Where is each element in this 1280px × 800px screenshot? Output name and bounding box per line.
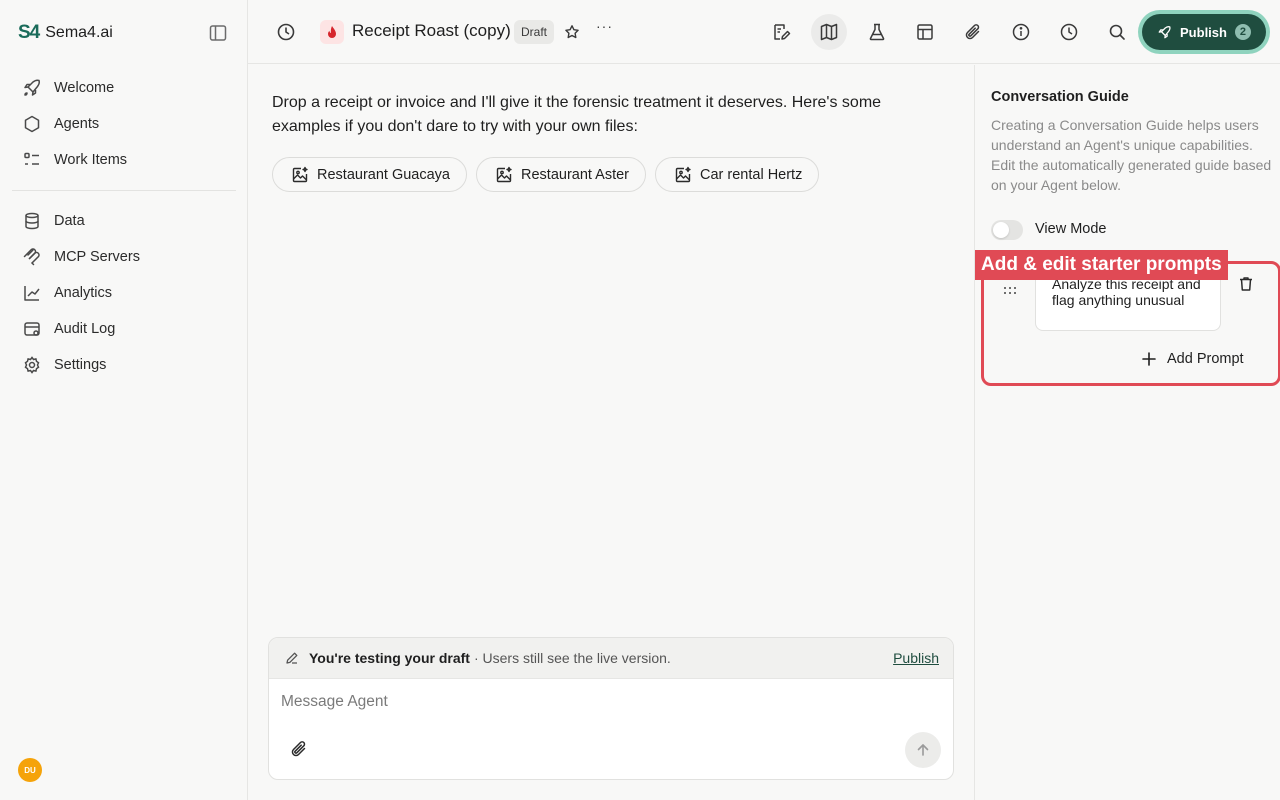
add-prompt-label: Add Prompt bbox=[1167, 351, 1244, 367]
annotation-label: Add & edit starter prompts bbox=[975, 250, 1228, 280]
sidebar-item-label: Agents bbox=[54, 116, 100, 132]
conversation-guide-panel: Conversation Guide Creating a Conversati… bbox=[974, 65, 1280, 800]
image-sparkle-icon bbox=[495, 166, 513, 184]
map-icon[interactable] bbox=[811, 14, 847, 50]
brand-logo: S4 bbox=[18, 22, 40, 43]
mcp-icon bbox=[22, 247, 42, 267]
sidebar-item-work-items[interactable]: Work Items bbox=[12, 142, 236, 178]
secondary-nav: Data MCP Servers Analytics Audit Log Set… bbox=[12, 203, 236, 383]
history-icon[interactable] bbox=[274, 20, 298, 44]
publish-label: Publish bbox=[1180, 24, 1227, 40]
sidebar-item-agents[interactable]: Agents bbox=[12, 106, 236, 142]
draft-notice-text: · Users still see the live version. bbox=[473, 650, 671, 666]
edit-icon[interactable] bbox=[769, 20, 793, 44]
view-mode-toggle[interactable] bbox=[991, 220, 1023, 240]
brand-name: Sema4.ai bbox=[45, 24, 113, 41]
star-icon[interactable] bbox=[560, 20, 584, 44]
info-icon[interactable] bbox=[1009, 20, 1033, 44]
flask-icon[interactable] bbox=[865, 20, 889, 44]
example-chip-label: Car rental Hertz bbox=[700, 166, 803, 183]
arrow-up-icon bbox=[915, 742, 931, 758]
sidebar-item-audit-log[interactable]: Audit Log bbox=[12, 311, 236, 347]
starter-prompt-text: Analyze this receipt and flag anything u… bbox=[1052, 276, 1201, 308]
sidebar-divider bbox=[12, 190, 236, 191]
paperclip-icon[interactable] bbox=[961, 20, 985, 44]
sidebar-item-settings[interactable]: Settings bbox=[12, 347, 236, 383]
gear-icon bbox=[22, 355, 42, 375]
list-icon bbox=[22, 150, 42, 170]
rocket-icon bbox=[1157, 25, 1172, 40]
agent-avatar-icon bbox=[320, 20, 344, 44]
sidebar-item-welcome[interactable]: Welcome bbox=[12, 70, 236, 106]
example-chip-label: Restaurant Guacaya bbox=[317, 166, 450, 183]
search-icon[interactable] bbox=[1105, 20, 1129, 44]
sidebar-item-label: Welcome bbox=[54, 80, 115, 96]
more-options-button[interactable]: ··· bbox=[596, 18, 613, 34]
draft-publish-link[interactable]: Publish bbox=[893, 650, 939, 666]
sidebar-item-label: Analytics bbox=[54, 285, 113, 301]
publish-button-inner: Publish 2 bbox=[1142, 14, 1266, 50]
sidebar-item-label: Work Items bbox=[54, 152, 128, 168]
attach-icon[interactable] bbox=[289, 739, 309, 759]
chart-icon bbox=[22, 283, 42, 303]
chat-area: Drop a receipt or invoice and I'll give … bbox=[248, 65, 974, 800]
primary-nav: Welcome Agents Work Items bbox=[12, 70, 236, 178]
publish-count-badge: 2 bbox=[1234, 24, 1251, 40]
trash-icon[interactable] bbox=[1237, 275, 1255, 293]
example-chip[interactable]: Car rental Hertz bbox=[655, 157, 820, 192]
drag-handle-icon[interactable] bbox=[1003, 283, 1017, 297]
sidebar-item-data[interactable]: Data bbox=[12, 203, 236, 239]
message-input[interactable] bbox=[281, 690, 881, 714]
publish-button[interactable]: Publish 2 bbox=[1138, 10, 1270, 54]
message-composer: You're testing your draft · Users still … bbox=[268, 637, 954, 780]
panel-title: Conversation Guide bbox=[991, 89, 1129, 105]
sidebar-item-label: Data bbox=[54, 213, 85, 229]
table-icon[interactable] bbox=[913, 20, 937, 44]
database-icon bbox=[22, 211, 42, 231]
sidebar-toggle-icon[interactable] bbox=[208, 23, 228, 43]
pencil-icon bbox=[285, 651, 299, 665]
clock-icon[interactable] bbox=[1057, 20, 1081, 44]
send-button[interactable] bbox=[905, 732, 941, 768]
example-chip-label: Restaurant Aster bbox=[521, 166, 629, 183]
audit-icon bbox=[22, 319, 42, 339]
avatar[interactable]: DU bbox=[18, 758, 42, 782]
add-prompt-button[interactable]: Add Prompt bbox=[1141, 351, 1244, 367]
sidebar-item-analytics[interactable]: Analytics bbox=[12, 275, 236, 311]
sidebar-item-label: Settings bbox=[54, 357, 107, 373]
image-sparkle-icon bbox=[291, 166, 309, 184]
draft-notice-title: You're testing your draft bbox=[309, 650, 470, 666]
status-badge: Draft bbox=[514, 20, 555, 44]
example-chip[interactable]: Restaurant Guacaya bbox=[272, 157, 467, 192]
hexagon-icon bbox=[22, 114, 42, 134]
plus-icon bbox=[1141, 351, 1157, 367]
agent-welcome-message: Drop a receipt or invoice and I'll give … bbox=[272, 94, 882, 135]
image-sparkle-icon bbox=[674, 166, 692, 184]
example-chip[interactable]: Restaurant Aster bbox=[476, 157, 646, 192]
brand[interactable]: S4 Sema4.ai bbox=[18, 22, 113, 44]
draft-notice: You're testing your draft · Users still … bbox=[269, 638, 953, 679]
view-mode-label: View Mode bbox=[1035, 221, 1107, 237]
sidebar: S4 Sema4.ai Welcome Agents Work Items Da… bbox=[0, 0, 248, 800]
panel-description: Creating a Conversation Guide helps user… bbox=[991, 117, 1272, 193]
starter-prompt-input[interactable]: Analyze this receipt and flag anything u… bbox=[1035, 271, 1221, 331]
sidebar-item-label: Audit Log bbox=[54, 321, 116, 337]
sidebar-item-mcp-servers[interactable]: MCP Servers bbox=[12, 239, 236, 275]
rocket-icon bbox=[22, 78, 42, 98]
example-chips: Restaurant Guacaya Restaurant Aster Car … bbox=[272, 157, 820, 192]
sidebar-item-label: MCP Servers bbox=[54, 249, 140, 265]
agent-title[interactable]: Receipt Roast (copy) bbox=[352, 21, 511, 41]
topbar: Receipt Roast (copy) Draft ··· Publish 2 bbox=[248, 0, 1280, 64]
